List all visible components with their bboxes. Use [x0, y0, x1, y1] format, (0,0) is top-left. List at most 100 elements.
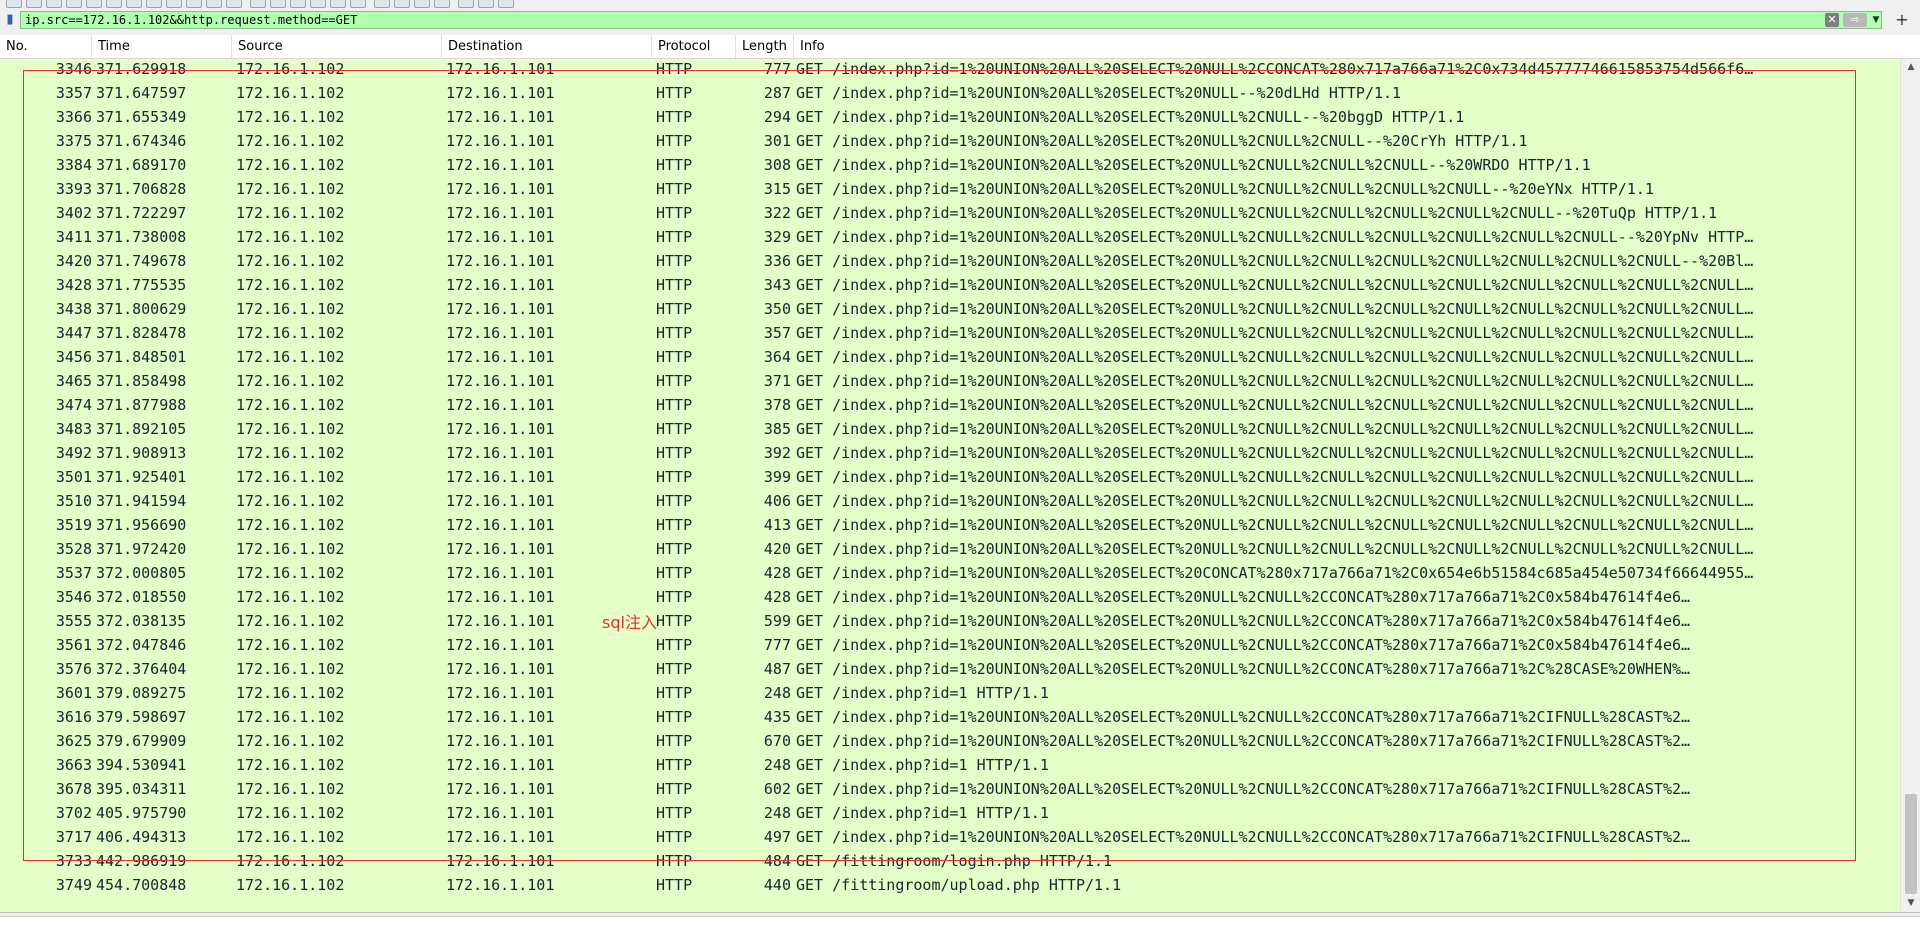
table-row[interactable]: 3438 371.800629 172.16.1.102 172.16.1.101 HT… [0, 297, 1900, 321]
column-header-protocol[interactable]: Protocol [652, 35, 736, 58]
table-row[interactable]: 3393 371.706828 172.16.1.102 172.16.1.101 HT… [0, 177, 1900, 201]
table-row[interactable]: 3428 371.775535 172.16.1.102 172.16.1.101 HT… [0, 273, 1900, 297]
table-row[interactable]: 3561 372.047846 172.16.1.102 172.16.1.101 HT… [0, 633, 1900, 657]
column-header-time[interactable]: Time [92, 35, 232, 58]
table-row[interactable]: 3501 371.925401 172.16.1.102 172.16.1.101 HT… [0, 465, 1900, 489]
packet-time: 395.034311 [96, 780, 187, 798]
vertical-scrollbar[interactable]: ▲ ▼ [1900, 59, 1920, 911]
table-row[interactable]: 3555 372.038135 172.16.1.102 172.16.1.101 HT… [0, 609, 1900, 633]
table-row[interactable]: 3601 379.089275 172.16.1.102 172.16.1.101 HT… [0, 681, 1900, 705]
toolbar-button[interactable] [350, 0, 366, 8]
packet-time: 371.892105 [96, 420, 187, 438]
column-header-info[interactable]: Info [794, 35, 1900, 58]
table-row[interactable]: 3663 394.530941 172.16.1.102 172.16.1.101 HT… [0, 753, 1900, 777]
scroll-thumb[interactable] [1905, 794, 1917, 894]
toolbar-button[interactable] [458, 0, 474, 8]
packet-length: 413 [763, 516, 791, 534]
table-row[interactable]: 3411 371.738008 172.16.1.102 172.16.1.101 HT… [0, 225, 1900, 249]
table-row[interactable]: 3616 379.598697 172.16.1.102 172.16.1.101 HT… [0, 705, 1900, 729]
table-row[interactable]: 3456 371.848501 172.16.1.102 172.16.1.101 HT… [0, 345, 1900, 369]
packet-time: 371.908913 [96, 444, 187, 462]
toolbar-button[interactable] [166, 0, 182, 8]
toolbar-button[interactable] [374, 0, 390, 8]
add-filter-button[interactable]: + [1892, 11, 1912, 29]
toolbar-button[interactable] [434, 0, 450, 8]
table-row[interactable]: 3733 442.986919 172.16.1.102 172.16.1.101 HT… [0, 849, 1900, 873]
toolbar-button[interactable] [126, 0, 142, 8]
packet-source: 172.16.1.102 [236, 732, 345, 750]
toolbar-button[interactable] [478, 0, 494, 8]
bookmark-icon[interactable]: ▮ [3, 12, 17, 28]
packet-time: 372.018550 [96, 588, 187, 606]
table-row[interactable]: 3447 371.828478 172.16.1.102 172.16.1.101 HT… [0, 321, 1900, 345]
column-header-destination[interactable]: Destination [442, 35, 652, 58]
toolbar-button[interactable] [206, 0, 222, 8]
toolbar-button[interactable] [146, 0, 162, 8]
display-filter-bar: ▮ ✕ ⇨ ▼ + [0, 9, 1920, 32]
packet-source: 172.16.1.102 [236, 396, 345, 414]
table-row[interactable]: 3519 371.956690 172.16.1.102 172.16.1.101 HT… [0, 513, 1900, 537]
column-header-length[interactable]: Length [736, 35, 794, 58]
toolbar-button[interactable] [330, 0, 346, 8]
main-toolbar [0, 0, 1920, 8]
packet-source: 172.16.1.102 [236, 564, 345, 582]
packet-list: No. Time Source Destination Protocol Len… [0, 35, 1920, 911]
chevron-down-icon[interactable]: ▼ [1870, 13, 1882, 27]
toolbar-button[interactable] [186, 0, 202, 8]
packet-time: 379.598697 [96, 708, 187, 726]
clear-filter-icon[interactable]: ✕ [1825, 13, 1839, 27]
table-row[interactable]: 3492 371.908913 172.16.1.102 172.16.1.101 HT… [0, 441, 1900, 465]
packet-source: 172.16.1.102 [236, 492, 345, 510]
table-row[interactable]: 3576 372.376404 172.16.1.102 172.16.1.101 HT… [0, 657, 1900, 681]
packet-info: GET /index.php?id=1%20UNION%20ALL%20SELE… [796, 60, 1754, 78]
table-row[interactable]: 3678 395.034311 172.16.1.102 172.16.1.101 HT… [0, 777, 1900, 801]
toolbar-button[interactable] [290, 0, 306, 8]
table-row[interactable]: 3702 405.975790 172.16.1.102 172.16.1.101 HT… [0, 801, 1900, 825]
packet-protocol: HTTP [656, 372, 693, 390]
table-row[interactable]: 3384 371.689170 172.16.1.102 172.16.1.101 HT… [0, 153, 1900, 177]
toolbar-button[interactable] [394, 0, 410, 8]
table-row[interactable]: 3625 379.679909 172.16.1.102 172.16.1.101 HT… [0, 729, 1900, 753]
table-row[interactable]: 3420 371.749678 172.16.1.102 172.16.1.101 HT… [0, 249, 1900, 273]
table-row[interactable]: 3465 371.858498 172.16.1.102 172.16.1.101 HT… [0, 369, 1900, 393]
table-row[interactable]: 3537 372.000805 172.16.1.102 172.16.1.101 HT… [0, 561, 1900, 585]
toolbar-button[interactable] [226, 0, 242, 8]
packet-protocol: HTTP [656, 300, 693, 318]
scroll-down-icon[interactable]: ▼ [1901, 895, 1920, 911]
packet-length: 670 [763, 732, 791, 750]
packet-destination: 172.16.1.101 [446, 300, 555, 318]
column-header-no[interactable]: No. [0, 35, 92, 58]
display-filter-input[interactable] [20, 11, 1882, 29]
table-row[interactable]: 3402 371.722297 172.16.1.102 172.16.1.101 HT… [0, 201, 1900, 225]
table-row[interactable]: 3528 371.972420 172.16.1.102 172.16.1.101 HT… [0, 537, 1900, 561]
table-row[interactable]: 3346 371.629918 172.16.1.102 172.16.1.101 HT… [0, 59, 1900, 81]
packet-destination: 172.16.1.101 [446, 660, 555, 678]
toolbar-button[interactable] [414, 0, 430, 8]
toolbar-button[interactable] [310, 0, 326, 8]
column-header-source[interactable]: Source [232, 35, 442, 58]
packet-number: 3366 [55, 108, 92, 126]
table-row[interactable]: 3749 454.700848 172.16.1.102 172.16.1.101 HT… [0, 873, 1900, 897]
table-row[interactable]: 3375 371.674346 172.16.1.102 172.16.1.101 HT… [0, 129, 1900, 153]
table-row[interactable]: 3717 406.494313 172.16.1.102 172.16.1.101 HT… [0, 825, 1900, 849]
toolbar-button[interactable] [46, 0, 62, 8]
toolbar-button[interactable] [250, 0, 266, 8]
table-row[interactable]: 3474 371.877988 172.16.1.102 172.16.1.101 HT… [0, 393, 1900, 417]
toolbar-button[interactable] [106, 0, 122, 8]
toolbar-button[interactable] [270, 0, 286, 8]
toolbar-button[interactable] [26, 0, 42, 8]
toolbar-button[interactable] [86, 0, 102, 8]
apply-filter-icon[interactable]: ⇨ [1843, 13, 1867, 27]
table-row[interactable]: 3483 371.892105 172.16.1.102 172.16.1.101 HT… [0, 417, 1900, 441]
toolbar-button[interactable] [66, 0, 82, 8]
table-row[interactable]: 3546 372.018550 172.16.1.102 172.16.1.101 HT… [0, 585, 1900, 609]
toolbar-button[interactable] [498, 0, 514, 8]
table-row[interactable]: 3510 371.941594 172.16.1.102 172.16.1.101 HT… [0, 489, 1900, 513]
scroll-up-icon[interactable]: ▲ [1901, 59, 1920, 75]
packet-length: 301 [763, 132, 791, 150]
table-row[interactable]: 3366 371.655349 172.16.1.102 172.16.1.101 HT… [0, 105, 1900, 129]
packet-length: 371 [763, 372, 791, 390]
toolbar-button[interactable] [6, 0, 22, 8]
table-row[interactable]: 3357 371.647597 172.16.1.102 172.16.1.101 HT… [0, 81, 1900, 105]
packet-protocol: HTTP [656, 420, 693, 438]
